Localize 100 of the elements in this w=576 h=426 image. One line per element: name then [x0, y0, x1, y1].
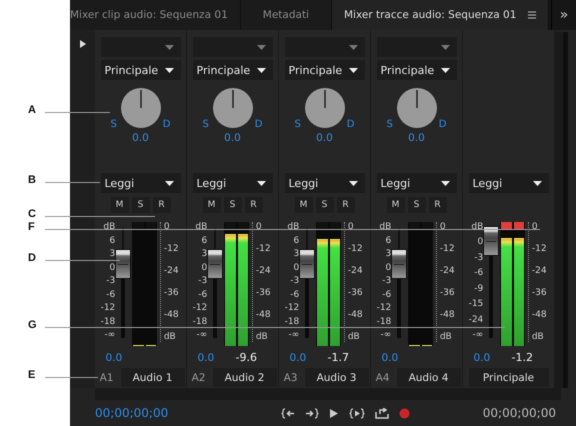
- track-toggle-button[interactable]: S: [408, 197, 426, 213]
- peak-value: -1.2: [512, 351, 533, 364]
- panel-tab[interactable]: Mixer tracce audio: Sequenza 01: [332, 0, 548, 30]
- meter-scale-label: -36: [532, 288, 548, 298]
- go-to-out-icon[interactable]: [305, 408, 319, 418]
- callout-letter: E: [28, 369, 36, 381]
- fader-scale-label: dB: [195, 222, 208, 232]
- track-toggle-button[interactable]: M: [386, 197, 404, 213]
- volume-value[interactable]: 0.0: [374, 352, 420, 364]
- meter-scale-label: -24: [348, 266, 364, 276]
- track-name[interactable]: Audio 4: [396, 368, 460, 387]
- export-icon[interactable]: [375, 408, 389, 418]
- caret-icon: [164, 180, 174, 186]
- pan-value[interactable]: 0.0: [224, 132, 241, 144]
- fader-scale-label: 6: [110, 236, 116, 246]
- track-name[interactable]: Audio 1: [120, 368, 184, 387]
- pan-knob[interactable]: [304, 88, 344, 128]
- fader-scale-label: -18: [100, 316, 116, 326]
- volume-value[interactable]: 0.0: [190, 352, 236, 364]
- volume-fader[interactable]: [207, 249, 224, 280]
- timecode[interactable]: 00;00;00;00: [95, 406, 168, 420]
- automation-dropdown[interactable]: Leggi: [376, 173, 456, 193]
- fader-scale-label: -12: [284, 303, 300, 313]
- fader-scale-label: -12: [100, 303, 116, 313]
- clip-indicator[interactable]: [317, 222, 328, 229]
- pan-value[interactable]: 0.0: [316, 132, 333, 144]
- peak-value: -1.7: [328, 351, 349, 364]
- automation-dropdown[interactable]: Leggi: [100, 173, 180, 193]
- clip-indicator[interactable]: [422, 222, 432, 229]
- track-toggle-button[interactable]: R: [336, 197, 354, 213]
- track-toggle-button[interactable]: S: [224, 197, 242, 213]
- pan-value[interactable]: 0.0: [132, 132, 149, 144]
- fader-scale-label: -∞: [380, 330, 392, 340]
- panel-tab[interactable]: Mixer clip audio: Sequenza 01: [70, 0, 240, 30]
- fader-scale-label: -3: [198, 276, 208, 286]
- record-icon[interactable]: [399, 408, 410, 418]
- track-name[interactable]: Audio 3: [304, 368, 368, 387]
- automation-dropdown[interactable]: Leggi: [284, 173, 364, 193]
- track-toggle-button[interactable]: M: [202, 197, 220, 213]
- pan-knob[interactable]: [212, 88, 252, 128]
- pan-right-label: D: [438, 119, 446, 130]
- play-in-to-out-icon[interactable]: [349, 408, 365, 418]
- track-name[interactable]: Audio 2: [212, 368, 276, 387]
- pan-value[interactable]: 0.0: [408, 132, 425, 144]
- volume-fader[interactable]: [483, 226, 500, 256]
- fader-scale-label: -15: [468, 299, 484, 310]
- caret-icon: [256, 68, 266, 72]
- meter-scale-label: 0: [532, 222, 539, 232]
- automation-dropdown[interactable]: Leggi: [468, 173, 548, 193]
- clip-indicator[interactable]: [225, 222, 236, 229]
- track-toggle-button[interactable]: S: [316, 197, 334, 213]
- pan-knob[interactable]: [396, 88, 436, 128]
- fader-scale-label: 3: [294, 249, 300, 259]
- fader-scale-label: dB: [379, 222, 392, 232]
- fader-scale-label: 3: [386, 249, 392, 259]
- caret-icon: [440, 44, 450, 50]
- track-toggle-button[interactable]: R: [244, 197, 262, 213]
- track-name[interactable]: Principale: [468, 368, 548, 387]
- output-dropdown[interactable]: Principale: [100, 60, 180, 80]
- menu-icon[interactable]: [528, 11, 536, 19]
- overflow-button[interactable]: »: [551, 0, 576, 30]
- clip-indicator[interactable]: [146, 222, 156, 229]
- clip-indicator[interactable]: [409, 222, 420, 229]
- fader-scale-label: dB: [471, 222, 484, 232]
- track-toggle-button[interactable]: S: [132, 197, 150, 213]
- leader-line: [45, 377, 98, 378]
- track-toggle-button[interactable]: M: [110, 197, 128, 213]
- go-to-in-icon[interactable]: [281, 408, 295, 418]
- track-toggle-button[interactable]: R: [152, 197, 170, 213]
- volume-fader[interactable]: [115, 249, 132, 280]
- caret-icon: [164, 44, 174, 50]
- output-dropdown[interactable]: Principale: [192, 60, 272, 80]
- output-dropdown[interactable]: Principale: [376, 60, 456, 80]
- track-toggle-button[interactable]: M: [294, 197, 312, 213]
- volume-fader[interactable]: [299, 249, 316, 280]
- meter-scale-label: dB: [532, 332, 545, 342]
- expand-icon[interactable]: [80, 40, 86, 48]
- timecode[interactable]: 00;00;00;00: [482, 406, 556, 420]
- clip-indicator[interactable]: [514, 222, 524, 229]
- play-icon[interactable]: [329, 408, 339, 418]
- volume-value[interactable]: 0.0: [98, 352, 144, 364]
- automation-dropdown[interactable]: Leggi: [192, 173, 272, 193]
- meter-scale-label: dB: [348, 332, 361, 342]
- clip-indicator[interactable]: [330, 222, 340, 229]
- fader-scale-label: -24: [468, 314, 484, 325]
- output-dropdown[interactable]: Principale: [284, 60, 364, 80]
- fader-scale-label: -6: [382, 290, 392, 300]
- pan-left-label: S: [202, 119, 209, 130]
- track-toggle-button[interactable]: R: [428, 197, 446, 213]
- panel-tab[interactable]: Metadati: [240, 0, 331, 30]
- vertical-scrollbar[interactable]: [555, 32, 568, 388]
- meter-scale-label: -12: [256, 244, 272, 254]
- clip-indicator[interactable]: [501, 222, 512, 229]
- pan-knob[interactable]: [120, 88, 160, 128]
- volume-value[interactable]: 0.0: [466, 352, 512, 364]
- clip-indicator[interactable]: [238, 222, 248, 229]
- volume-fader[interactable]: [391, 249, 408, 280]
- meter-scale-label: -12: [532, 244, 548, 254]
- volume-value[interactable]: 0.0: [282, 352, 328, 364]
- clip-indicator[interactable]: [133, 222, 144, 229]
